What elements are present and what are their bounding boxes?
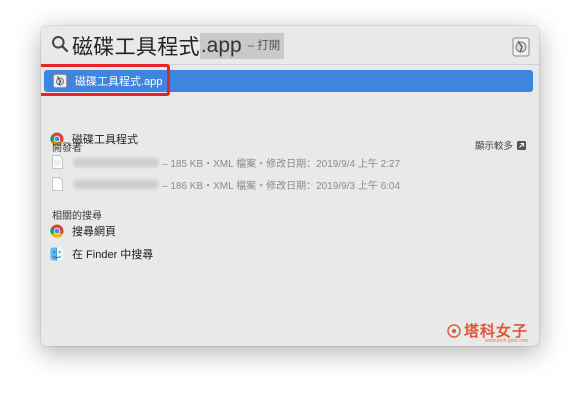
developer-file-2-meta: – 186 KB・XML 檔案・修改日期：2019/9/3 上午 6:04 <box>162 180 401 192</box>
watermark-subtext: www.tech-girlz.com <box>484 338 528 344</box>
spotlight-window: 磁碟工具程式 .app – 打開 磁碟工具程式.app 磁碟工具程式 開發者 顯… <box>41 26 539 346</box>
search-query-completion[interactable]: .app – 打開 <box>199 33 285 59</box>
search-open-action: – 打開 <box>247 40 281 52</box>
finder-icon <box>50 247 64 261</box>
developer-file-1-meta: – 185 KB・XML 檔案・修改日期：2019/9/4 上午 2:27 <box>162 158 401 170</box>
xml-file-icon <box>52 177 63 191</box>
related-search-finder-label: 在 Finder 中搜尋 <box>72 249 154 261</box>
blurred-filename <box>73 157 159 167</box>
show-more-label: 顯示較多 <box>474 141 513 152</box>
spotlight-search-bar[interactable]: 磁碟工具程式 .app – 打開 <box>41 26 539 64</box>
related-search-web[interactable]: 搜尋網頁 <box>41 220 116 242</box>
related-search-finder[interactable]: 在 Finder 中搜尋 <box>41 243 153 265</box>
arrow-box-icon <box>517 140 526 150</box>
chrome-icon <box>50 224 64 238</box>
blurred-filename <box>73 179 159 189</box>
search-query-typed[interactable]: 磁碟工具程式 <box>72 31 200 61</box>
search-icon <box>52 36 69 53</box>
site-watermark: 塔科女子 www.tech-girlz.com <box>447 320 528 344</box>
xml-file-icon <box>52 155 63 169</box>
show-more-button[interactable]: 顯示較多 <box>475 138 526 152</box>
watermark-logo-icon <box>447 323 461 338</box>
developer-file-2[interactable]: – 186 KB・XML 檔案・修改日期：2019/9/3 上午 6:04 <box>41 173 400 195</box>
developer-file-1[interactable]: – 185 KB・XML 檔案・修改日期：2019/9/4 上午 2:27 <box>41 151 400 173</box>
related-search-web-label: 搜尋網頁 <box>72 226 116 238</box>
search-query[interactable]: 磁碟工具程式 .app – 打開 <box>72 31 285 61</box>
search-completion-text: .app <box>200 34 242 57</box>
red-highlight-annotation <box>41 64 170 96</box>
disk-utility-preview-icon <box>512 37 530 57</box>
